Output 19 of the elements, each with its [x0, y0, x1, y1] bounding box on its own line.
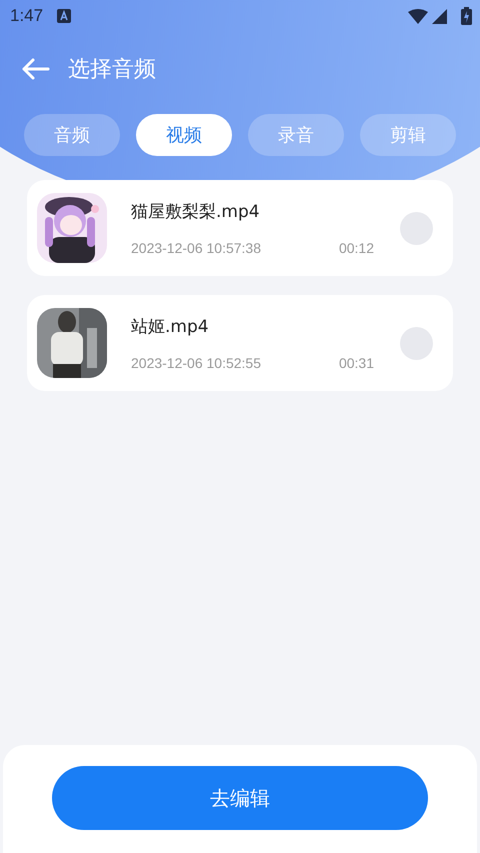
- file-name: 猫屋敷梨梨.mp4: [131, 201, 261, 223]
- battery-charging-icon: [461, 7, 472, 25]
- file-date: 2023-12-06 10:57:38: [131, 240, 261, 256]
- file-card[interactable]: 猫屋敷梨梨.mp4 2023-12-06 10:57:38 00:12: [27, 180, 453, 276]
- status-time: 1:47: [10, 6, 44, 26]
- category-tab[interactable]: 录音: [248, 114, 344, 156]
- edit-button[interactable]: 去编辑: [52, 766, 428, 830]
- wifi-icon: [408, 8, 428, 24]
- file-date: 2023-12-06 10:52:55: [131, 355, 261, 371]
- page-title: 选择音频: [68, 56, 156, 84]
- back-button[interactable]: [20, 57, 50, 81]
- signal-icon: [432, 8, 447, 24]
- file-name: 站姬.mp4: [131, 316, 210, 338]
- file-card[interactable]: 站姬.mp4 2023-12-06 10:52:55 00:31: [27, 295, 453, 391]
- category-tab[interactable]: 视频: [136, 114, 232, 156]
- notification-icon: [57, 9, 72, 23]
- file-duration: 00:12: [338, 240, 374, 256]
- file-duration: 00:31: [338, 355, 374, 371]
- category-tab[interactable]: 音频: [24, 114, 120, 156]
